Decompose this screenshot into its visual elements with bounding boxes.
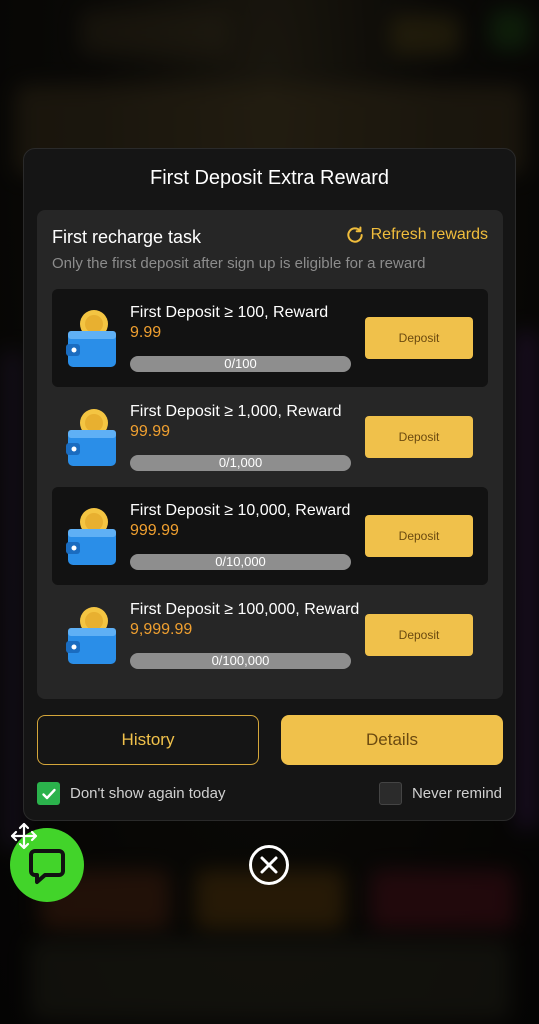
history-button[interactable]: History [37, 715, 259, 765]
progress-bar: 0/100 [130, 356, 351, 372]
wallet-coin-icon [66, 310, 116, 367]
task-subtitle: Only the first deposit after sign up is … [52, 255, 426, 272]
dont-show-again-option[interactable]: Don't show again today [37, 782, 225, 805]
reward-amount: 999.99 [130, 522, 179, 539]
dont-show-label: Don't show again today [70, 785, 226, 802]
wallet-coin-icon [66, 607, 116, 664]
task-row-4: First Deposit ≥ 100,000, Reward 9,999.99… [52, 586, 488, 684]
task-description: First Deposit ≥ 1,000, Reward 99.99 [130, 403, 342, 440]
never-remind-checkbox[interactable] [378, 782, 402, 805]
progress-bar: 0/10,000 [130, 554, 351, 570]
chat-icon [29, 849, 65, 884]
deposit-button[interactable]: Deposit [365, 515, 473, 557]
task-title: First recharge task [52, 227, 202, 247]
task-row-1: First Deposit ≥ 100, Reward 9.99 0/100 D… [52, 289, 488, 387]
dont-show-checkbox[interactable] [37, 782, 60, 805]
deposit-button[interactable]: Deposit [365, 317, 473, 359]
progress-bar: 0/100,000 [130, 653, 351, 669]
task-row-3: First Deposit ≥ 10,000, Reward 999.99 0/… [52, 487, 488, 585]
reward-amount: 9,999.99 [130, 621, 193, 638]
task-description: First Deposit ≥ 10,000, Reward 999.99 [130, 502, 351, 539]
never-remind-label: Never remind [411, 785, 502, 802]
deposit-button[interactable]: Deposit [365, 614, 473, 656]
wallet-coin-icon [66, 409, 116, 466]
wallet-coin-icon [66, 508, 116, 565]
reward-amount: 99.99 [130, 423, 171, 440]
progress-bar: 0/1,000 [130, 455, 351, 471]
close-modal-button[interactable] [249, 845, 289, 885]
first-deposit-modal: First Deposit Extra Reward First recharg… [23, 148, 516, 821]
details-button[interactable]: Details [281, 715, 503, 765]
deposit-button[interactable]: Deposit [365, 416, 473, 458]
reward-amount: 9.99 [130, 324, 162, 341]
refresh-rewards-label: Refresh rewards [370, 226, 488, 243]
task-panel: First recharge task Refresh rewards Only… [37, 210, 503, 699]
task-description: First Deposit ≥ 100, Reward 9.99 [130, 304, 329, 341]
close-icon [260, 856, 278, 874]
refresh-rewards-button[interactable]: Refresh rewards [345, 225, 488, 245]
task-description: First Deposit ≥ 100,000, Reward 9,999.99 [130, 601, 360, 638]
task-row-2: First Deposit ≥ 1,000, Reward 99.99 0/1,… [52, 388, 488, 486]
never-remind-option[interactable]: Never remind [378, 782, 502, 805]
modal-title: First Deposit Extra Reward [150, 167, 389, 189]
check-icon [41, 788, 56, 799]
refresh-icon [346, 226, 363, 243]
move-icon[interactable] [10, 822, 38, 850]
